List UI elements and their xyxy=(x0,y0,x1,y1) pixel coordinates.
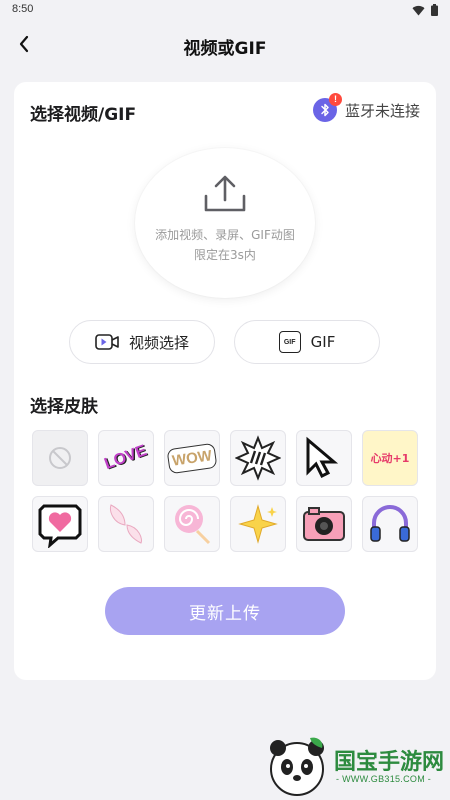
update-upload-button[interactable]: 更新上传 xyxy=(105,587,345,635)
watermark-url: - WWW.GB315.COM - xyxy=(336,774,432,784)
skin-lollipop[interactable] xyxy=(164,496,220,552)
bluetooth-status-text: 蓝牙未连接 xyxy=(344,101,420,120)
status-bar: 8:50 xyxy=(0,0,450,22)
wow-sticker: WOW xyxy=(166,442,218,474)
wings-icon xyxy=(110,504,142,544)
upload-hint: 添加视频、录屏、GIF动图 xyxy=(155,228,295,242)
comic-burst-icon xyxy=(235,435,281,481)
video-camera-icon xyxy=(95,334,119,350)
main-card: 选择视频/GIF ! 蓝牙未连接 添加视频、录屏、GIF动图 限定在3s内 视频… xyxy=(14,82,436,680)
none-icon xyxy=(49,447,71,469)
bluetooth-icon: ! xyxy=(312,93,342,122)
gif-icon-label: GIF xyxy=(283,338,296,346)
skin-wow[interactable]: WOW xyxy=(164,430,220,486)
wifi-icon xyxy=(412,5,425,16)
skin-love[interactable]: LOVE xyxy=(98,430,154,486)
skin-comic-burst[interactable] xyxy=(230,430,286,486)
video-select-label: 视频选择 xyxy=(128,333,189,352)
panda-logo-icon xyxy=(270,737,324,796)
love-sticker: LOVE xyxy=(102,442,150,473)
upload-icon xyxy=(204,175,246,212)
video-select-button[interactable]: 视频选择 xyxy=(69,320,215,364)
sparkle-icon xyxy=(238,504,278,544)
battery-icon xyxy=(431,4,438,16)
skin-cursor[interactable] xyxy=(296,430,352,486)
watermark: 国宝手游网 - WWW.GB315.COM - xyxy=(252,730,450,800)
alert-badge: ! xyxy=(328,93,342,106)
skin-heart-bubble[interactable] xyxy=(32,496,88,552)
skin-none[interactable] xyxy=(32,430,88,486)
skin-camera[interactable] xyxy=(296,496,352,552)
system-icons xyxy=(412,4,438,16)
skin-heartbeat[interactable]: 心动+1 xyxy=(362,430,418,486)
gif-file-icon: GIF xyxy=(278,331,301,353)
gif-label: GIF xyxy=(310,333,336,351)
page-title: 视频或GIF xyxy=(183,39,267,59)
select-video-title: 选择视频/GIF xyxy=(30,105,137,125)
nav-bar: 视频或GIF xyxy=(0,22,450,68)
upload-limit-hint: 限定在3s内 xyxy=(194,248,256,262)
skin-headphones[interactable] xyxy=(362,496,418,552)
headphones-icon xyxy=(370,505,410,542)
heartbeat-sticker: 心动+1 xyxy=(370,452,410,465)
skin-sparkle[interactable] xyxy=(230,496,286,552)
heart-bubble-icon xyxy=(38,504,82,548)
skin-wings[interactable] xyxy=(98,496,154,552)
watermark-text: 国宝手游网 xyxy=(334,750,445,775)
bluetooth-status[interactable]: ! 蓝牙未连接 xyxy=(312,93,420,122)
cursor-icon xyxy=(306,436,339,479)
status-time: 8:50 xyxy=(12,3,34,15)
upload-area[interactable]: 添加视频、录屏、GIF动图 限定在3s内 xyxy=(135,148,315,298)
camera-icon xyxy=(303,507,345,541)
select-skin-title: 选择皮肤 xyxy=(30,397,98,417)
gif-select-button[interactable]: GIF GIF xyxy=(234,320,380,364)
lollipop-icon xyxy=(175,505,211,545)
